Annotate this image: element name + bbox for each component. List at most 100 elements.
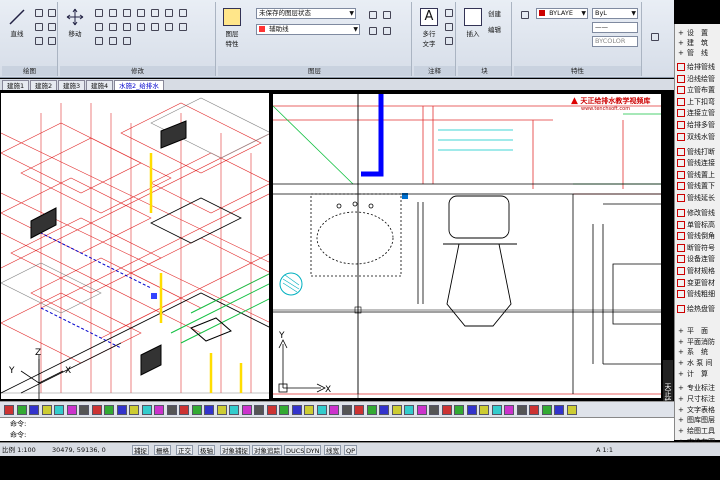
draw-tool-icon[interactable] <box>16 405 27 415</box>
chamfer-icon[interactable] <box>148 20 160 32</box>
dimension-icon[interactable] <box>442 6 454 18</box>
draw-tool-icon[interactable] <box>566 405 577 415</box>
layer-isolate-icon[interactable] <box>380 8 392 20</box>
tab-shuishi2[interactable]: 水施2_给排水 <box>114 80 164 90</box>
palette-item[interactable]: 管材规格 <box>675 266 720 277</box>
palette-item[interactable]: 管线置下 <box>675 181 720 192</box>
trim-icon[interactable] <box>106 6 118 18</box>
rotate-icon[interactable] <box>92 6 104 18</box>
lengthen-icon[interactable] <box>106 34 118 46</box>
draw-tool-icon[interactable] <box>454 405 464 415</box>
palette-head[interactable]: 专业标注 <box>675 383 720 394</box>
status-toggle[interactable]: 栅格 <box>154 445 171 455</box>
palette-head[interactable]: 图库图层 <box>675 415 720 426</box>
draw-tool-icon[interactable] <box>479 405 489 415</box>
stretch-icon[interactable] <box>92 20 104 32</box>
status-toggle[interactable]: DYN <box>304 445 322 455</box>
scale-readout[interactable]: 比例 1:100 <box>2 445 36 455</box>
draw-tool-icon[interactable] <box>329 405 339 415</box>
layer-state-dropdown[interactable]: 未保存的图层状态 ▼ <box>256 8 356 19</box>
explode-icon[interactable] <box>176 6 188 18</box>
scale-icon[interactable] <box>106 20 118 32</box>
palette-head[interactable]: 计 算 <box>675 369 720 380</box>
tab-jianshi1[interactable]: 建施1 <box>2 80 30 90</box>
palette-item[interactable]: 修改管线 <box>675 208 720 219</box>
mtext-button[interactable]: A 多行 文字 <box>416 4 442 50</box>
command-prompt[interactable]: 命令: <box>10 430 26 440</box>
draw-tool-icon[interactable] <box>491 405 502 415</box>
palette-item[interactable]: 管线倒角 <box>675 231 720 242</box>
tab-jianshi2[interactable]: 建施2 <box>30 80 58 90</box>
command-window[interactable]: 命令: 命令: <box>0 417 674 441</box>
draw-tool-icon[interactable] <box>554 405 564 415</box>
palette-item[interactable]: 给排管线 <box>675 62 720 73</box>
utilities-icon[interactable] <box>648 30 664 46</box>
draw-tool-icon[interactable] <box>391 405 402 415</box>
draw-tool-icon[interactable] <box>29 405 39 415</box>
palette-item[interactable]: 立管布置 <box>675 85 720 96</box>
plotstyle-dropdown[interactable]: BYCOLOR <box>592 36 638 47</box>
draw-tool-icon[interactable] <box>354 405 364 415</box>
hatch-icon[interactable] <box>32 34 44 46</box>
draw-tool-icon[interactable] <box>229 405 239 415</box>
draw-tool-icon[interactable] <box>66 405 77 415</box>
draw-tool-icon[interactable] <box>216 405 227 415</box>
status-toggle[interactable]: 极轴 <box>198 445 215 455</box>
status-toggle[interactable]: 捕捉 <box>132 445 149 455</box>
palette-head[interactable]: 平面消防 <box>675 337 720 348</box>
layer-properties-button[interactable]: 图层 特性 <box>220 4 244 50</box>
draw-tool-icon[interactable] <box>504 405 514 415</box>
array-icon[interactable] <box>120 20 132 32</box>
match-properties-icon[interactable] <box>518 8 530 20</box>
table-icon[interactable] <box>442 20 454 32</box>
palette-item[interactable]: 管线连接 <box>675 158 720 169</box>
status-toggle[interactable]: 线宽 <box>324 445 341 455</box>
rectangle-icon[interactable] <box>45 20 57 32</box>
leader-icon[interactable] <box>442 34 454 46</box>
fillet-icon[interactable] <box>162 6 174 18</box>
layer-off-icon[interactable] <box>366 8 378 20</box>
draw-tool-icon[interactable] <box>366 405 377 415</box>
draw-tool-icon[interactable] <box>466 405 477 415</box>
tab-jianshi4[interactable]: 建施4 <box>86 80 114 90</box>
draw-tool-icon[interactable] <box>129 405 139 415</box>
draw-tool-icon[interactable] <box>116 405 127 415</box>
palette-item[interactable]: 给排多管 <box>675 120 720 131</box>
palette-head[interactable]: 平 面 <box>675 326 720 337</box>
circle-icon[interactable] <box>32 20 44 32</box>
status-toggle[interactable]: 正交 <box>176 445 193 455</box>
draw-tool-icon[interactable] <box>191 405 202 415</box>
palette-head[interactable]: 水 泵 间 <box>675 358 720 369</box>
draw-tool-icon[interactable] <box>266 405 277 415</box>
draw-tool-icon[interactable] <box>141 405 152 415</box>
palette-item[interactable]: 管线打断 <box>675 147 720 158</box>
draw-tool-icon[interactable] <box>54 405 64 415</box>
palette-item[interactable]: 上下扣弯 <box>675 97 720 108</box>
draw-tool-icon[interactable] <box>91 405 102 415</box>
palette-item[interactable]: 单管标高 <box>675 220 720 231</box>
status-toggle[interactable]: 对象捕捉 <box>220 445 250 455</box>
draw-tool-icon[interactable] <box>154 405 164 415</box>
palette-head[interactable]: 尺寸标注 <box>675 394 720 405</box>
draw-tool-icon[interactable] <box>166 405 177 415</box>
palette-item[interactable]: 双线水管 <box>675 132 720 143</box>
polyline-icon[interactable] <box>32 6 44 18</box>
status-toggle[interactable]: 对象追踪 <box>252 445 282 455</box>
palette-item[interactable]: 连接立管 <box>675 108 720 119</box>
layer-freeze-icon[interactable] <box>366 24 378 36</box>
palette-item[interactable]: 管线置上 <box>675 170 720 181</box>
palette-item[interactable]: 沿线绘管 <box>675 74 720 85</box>
draw-tool-icon[interactable] <box>254 405 264 415</box>
break-icon[interactable] <box>176 20 188 32</box>
linetype-dropdown[interactable]: —— <box>592 22 638 33</box>
palette-item[interactable]: 绘热盘管 <box>675 304 720 315</box>
draw-tool-icon[interactable] <box>429 405 439 415</box>
current-layer-dropdown[interactable]: 辅助线 ▼ <box>256 24 360 35</box>
arc-icon[interactable] <box>45 6 57 18</box>
draw-tool-icon[interactable] <box>279 405 289 415</box>
draw-tool-icon[interactable] <box>291 405 302 415</box>
create-block-button[interactable]: 创建 <box>488 8 501 18</box>
draw-tool-icon[interactable] <box>4 405 14 415</box>
palette-item[interactable]: 管线延长 <box>675 193 720 204</box>
draw-tool-icon[interactable] <box>316 405 327 415</box>
